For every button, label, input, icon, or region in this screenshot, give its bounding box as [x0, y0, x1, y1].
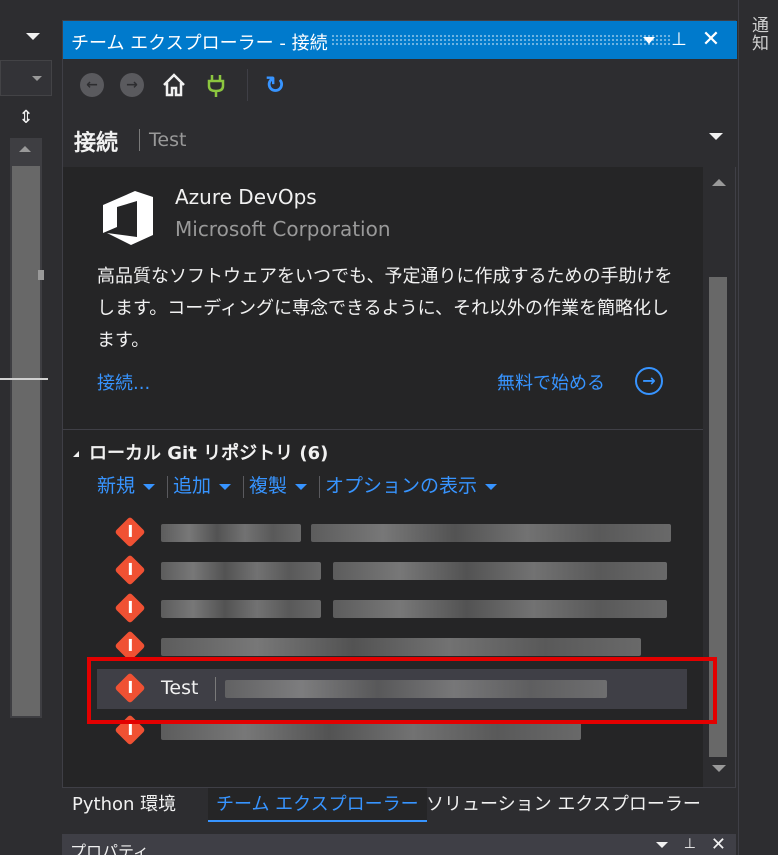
- page-subtitle: Test: [149, 129, 187, 151]
- redacted-text: [333, 562, 667, 580]
- drag-grip[interactable]: [331, 34, 671, 46]
- action-separator: [167, 475, 169, 498]
- notifications-tab[interactable]: 通知: [748, 16, 771, 52]
- header-separator: [139, 129, 140, 151]
- service-description: 高品質なソフトウェアをいつでも、予定通りに作成するための手助けをします。コーディ…: [97, 266, 673, 351]
- pin-icon[interactable]: ⊥: [667, 27, 691, 53]
- properties-title: プロパティ: [70, 842, 150, 855]
- panel-title: チーム エクスプローラー - 接続: [71, 33, 328, 54]
- chevron-down-icon: [32, 76, 42, 81]
- service-vendor: Microsoft Corporation: [175, 217, 391, 241]
- tab-python-env[interactable]: Python 環境: [64, 788, 184, 822]
- left-dropdown[interactable]: [0, 60, 52, 96]
- new-repo-action[interactable]: 新規: [97, 471, 161, 498]
- tab-team-explorer[interactable]: チーム エクスプローラー: [208, 788, 427, 822]
- back-icon[interactable]: ←: [80, 73, 104, 97]
- redacted-text: [161, 638, 641, 656]
- split-icon[interactable]: ⇕: [13, 106, 39, 130]
- action-label: オプションの表示: [325, 475, 478, 497]
- scroll-up-icon[interactable]: [712, 179, 726, 186]
- clone-repo-action[interactable]: 複製: [249, 471, 313, 498]
- properties-titlebar: プロパティ ⊥ ✕: [62, 834, 736, 855]
- scroll-down-icon[interactable]: [712, 765, 726, 772]
- chevron-down-icon[interactable]: [26, 33, 40, 40]
- local-git-heading-label: ローカル Git リポジトリ (6): [89, 443, 329, 464]
- redacted-text: [333, 600, 667, 618]
- redacted-text: [161, 562, 321, 580]
- repo-item[interactable]: [97, 513, 687, 553]
- action-label: 複製: [249, 475, 288, 497]
- azure-devops-logo: [103, 191, 153, 245]
- close-icon[interactable]: ✕: [699, 27, 723, 53]
- redacted-text: [161, 524, 301, 542]
- chevron-down-icon: [143, 483, 156, 490]
- scroll-marker: [38, 270, 44, 280]
- window-menu-button[interactable]: [637, 27, 661, 53]
- chevron-down-icon[interactable]: [709, 133, 723, 140]
- tab-solution-explorer[interactable]: ソリューション エクスプローラー: [418, 788, 709, 822]
- git-icon: [114, 554, 146, 586]
- chevron-down-icon: [219, 483, 232, 490]
- action-separator: [319, 475, 321, 498]
- redacted-text: [161, 600, 321, 618]
- action-label: 追加: [173, 475, 212, 497]
- git-icon: [114, 516, 146, 548]
- chevron-down-icon: [295, 483, 308, 490]
- redacted-text: [161, 722, 581, 740]
- collapse-triangle-icon[interactable]: [73, 451, 79, 457]
- arrow-right-circle-icon[interactable]: →: [635, 367, 663, 395]
- panel-titlebar: チーム エクスプローラー - 接続 ⊥ ✕: [63, 21, 737, 59]
- redacted-text: [311, 524, 671, 542]
- chevron-down-icon[interactable]: [656, 842, 668, 848]
- add-repo-action[interactable]: 追加: [173, 471, 237, 498]
- plug-icon[interactable]: [202, 71, 230, 99]
- local-git-heading[interactable]: ローカル Git リポジトリ (6): [73, 439, 328, 465]
- refresh-icon[interactable]: ↻: [261, 71, 289, 99]
- close-icon[interactable]: ✕: [711, 834, 726, 855]
- page-header: 接続 Test: [63, 111, 737, 167]
- forward-icon[interactable]: →: [120, 73, 144, 97]
- repo-item[interactable]: [97, 551, 687, 591]
- bottom-tabs: Python 環境 チーム エクスプローラー ソリューション エクスプローラー: [62, 788, 738, 824]
- scroll-thumb[interactable]: [12, 166, 40, 716]
- pin-icon[interactable]: ⊥: [684, 836, 696, 852]
- section-divider: [63, 429, 703, 430]
- start-free-link[interactable]: 無料で始める: [497, 369, 605, 395]
- git-actions: 新規 追加 複製 オプションの表示: [97, 471, 503, 499]
- git-icon: [114, 592, 146, 624]
- service-name: Azure DevOps: [175, 185, 317, 209]
- divider: [0, 378, 48, 380]
- action-label: 新規: [97, 475, 136, 497]
- left-editor-strip: ⇕: [0, 0, 57, 855]
- show-options-action[interactable]: オプションの表示: [325, 471, 503, 498]
- highlight-box: [87, 657, 717, 724]
- home-icon[interactable]: [160, 71, 188, 99]
- left-scrollbar[interactable]: [10, 138, 44, 718]
- right-tool-strip: 通知: [738, 0, 778, 855]
- action-separator: [243, 475, 245, 498]
- connect-link[interactable]: 接続...: [97, 369, 150, 395]
- panel-toolbar: ← → ↻: [63, 59, 737, 111]
- repo-item[interactable]: [97, 589, 687, 629]
- toolbar-separator: [247, 69, 248, 101]
- page-title: 接続: [74, 131, 119, 156]
- chevron-down-icon: [485, 483, 498, 490]
- scroll-up-icon[interactable]: [19, 146, 31, 152]
